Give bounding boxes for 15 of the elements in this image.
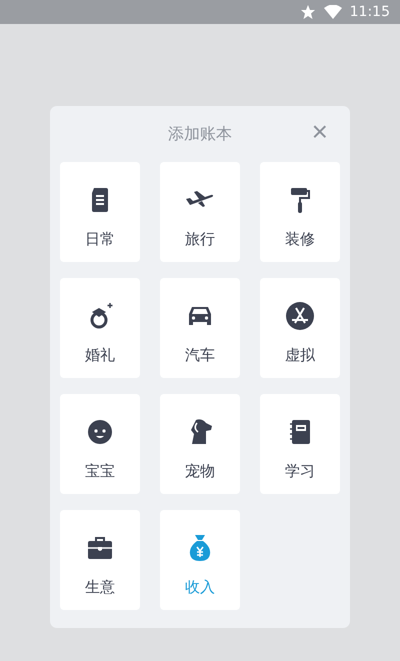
category-tile[interactable]: 装修 [260,162,340,262]
category-tile[interactable]: 婚礼 [60,278,140,378]
status-time: 11:15 [350,4,390,20]
app-store-icon [284,300,316,332]
wifi-icon [324,5,342,19]
dialog-title: 添加账本 [168,124,232,144]
star-icon [300,4,316,20]
category-tile[interactable]: 日常 [60,162,140,262]
category-tile[interactable]: 宠物 [160,394,240,494]
category-tile[interactable]: 汽车 [160,278,240,378]
category-tile[interactable]: 学习 [260,394,340,494]
category-tile[interactable]: 旅行 [160,162,240,262]
category-tile[interactable]: 生意 [60,510,140,610]
category-tile[interactable]: 宝宝 [60,394,140,494]
category-tile[interactable]: 虚拟 [260,278,340,378]
